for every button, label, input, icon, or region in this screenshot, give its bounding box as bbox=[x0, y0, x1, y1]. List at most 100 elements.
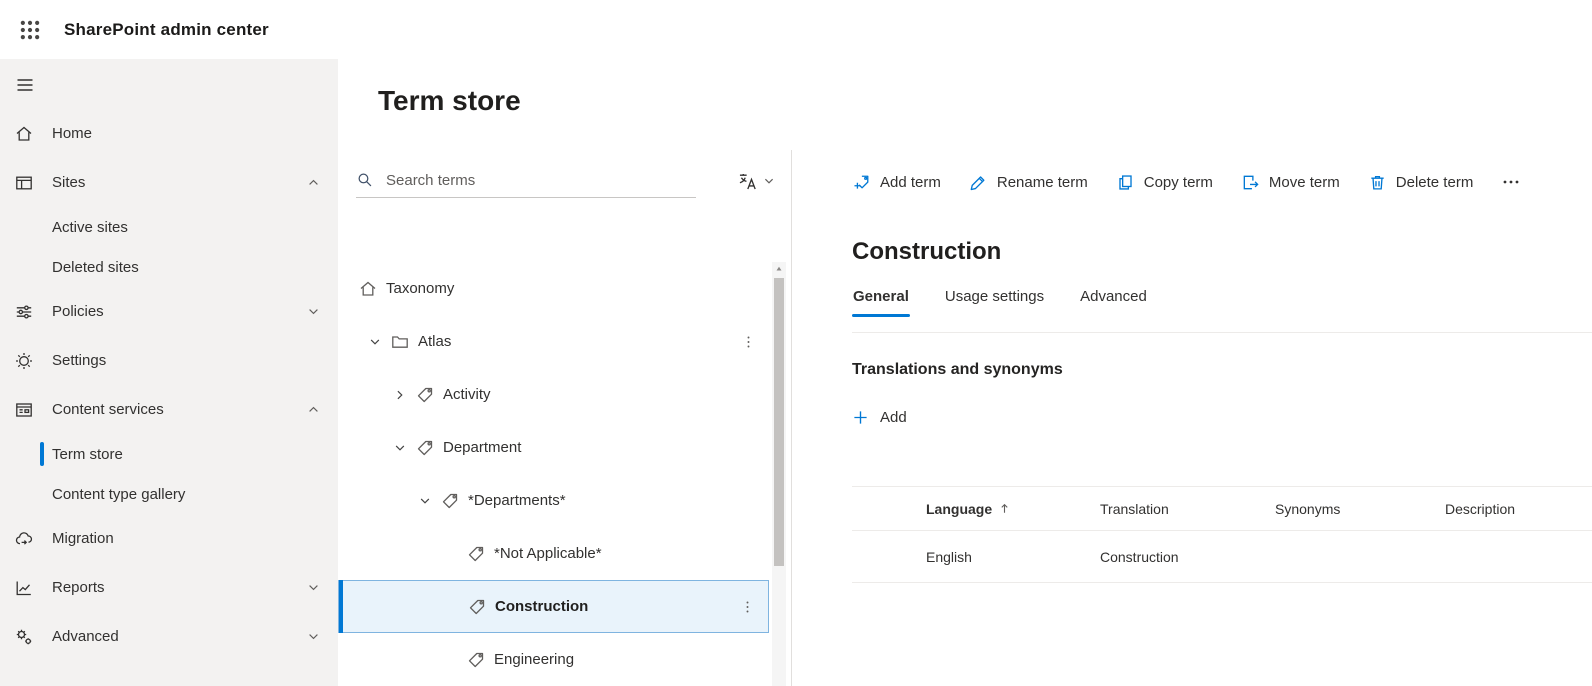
tree-item-departments[interactable]: *Departments* bbox=[338, 474, 769, 527]
sidebar-item-home[interactable]: Home bbox=[0, 109, 338, 158]
chevron-down-icon[interactable] bbox=[307, 630, 320, 643]
sidebar-item-content-services[interactable]: Content services bbox=[0, 385, 338, 434]
tree-item-activity[interactable]: Activity bbox=[338, 368, 769, 421]
sites-icon bbox=[14, 173, 34, 193]
add-translation-button[interactable]: Add bbox=[852, 409, 907, 426]
sidebar-item-term-store[interactable]: Term store bbox=[0, 434, 338, 474]
home-icon bbox=[14, 124, 34, 144]
tree-item-label: Atlas bbox=[418, 333, 452, 350]
term-tree: Taxonomy Atlas Activity Department *Depa… bbox=[338, 262, 769, 686]
sidebar-item-label: Active sites bbox=[52, 218, 128, 236]
table-row[interactable]: English Construction bbox=[852, 531, 1592, 583]
more-commands-button[interactable] bbox=[1501, 172, 1521, 192]
folder-icon bbox=[390, 332, 410, 352]
delete-term-button[interactable]: Delete term bbox=[1368, 173, 1474, 192]
language-selector-button[interactable] bbox=[737, 171, 775, 192]
chevron-down-icon[interactable] bbox=[307, 305, 320, 318]
column-header-language[interactable]: Language bbox=[926, 501, 1100, 517]
add-term-button[interactable]: Add term bbox=[852, 173, 941, 192]
table-header-row: Language Translation Synonyms Descriptio… bbox=[852, 486, 1592, 531]
tree-item-department[interactable]: Department bbox=[338, 421, 769, 474]
sidebar-item-label: Settings bbox=[52, 352, 107, 369]
tab-usage-settings[interactable]: Usage settings bbox=[944, 282, 1045, 317]
hamburger-icon[interactable] bbox=[0, 59, 46, 109]
search-icon bbox=[356, 171, 374, 189]
chevron-up-icon[interactable] bbox=[307, 403, 320, 416]
tree-item-label: *Not Applicable* bbox=[494, 545, 602, 562]
rename-term-button[interactable]: Rename term bbox=[969, 173, 1088, 192]
sidebar-item-settings[interactable]: Settings bbox=[0, 336, 338, 385]
scrollbar-thumb[interactable] bbox=[774, 278, 784, 566]
sidebar-item-migration[interactable]: Migration bbox=[0, 514, 338, 563]
tree-item-engineering[interactable]: Engineering bbox=[338, 633, 769, 686]
sidebar-item-label: Term store bbox=[52, 445, 123, 463]
toolbar-button-label: Copy term bbox=[1143, 173, 1213, 191]
sidebar-item-label: Content services bbox=[52, 401, 164, 418]
tab-general[interactable]: General bbox=[852, 282, 910, 317]
app-title: SharePoint admin center bbox=[64, 19, 269, 39]
content-services-icon bbox=[14, 400, 34, 420]
search-box[interactable] bbox=[356, 165, 696, 198]
tree-item-label: *Departments* bbox=[468, 492, 566, 509]
column-header-synonyms[interactable]: Synonyms bbox=[1275, 501, 1445, 517]
sidebar-item-label: Sites bbox=[52, 174, 86, 191]
page-title: Term store bbox=[378, 85, 521, 116]
waffle-icon[interactable] bbox=[13, 13, 47, 47]
copy-icon bbox=[1116, 173, 1135, 192]
add-term-icon bbox=[852, 173, 871, 192]
more-options-icon[interactable] bbox=[740, 598, 756, 616]
tree-item-atlas[interactable]: Atlas bbox=[338, 315, 769, 368]
sidebar-item-sites[interactable]: Sites bbox=[0, 158, 338, 207]
sidebar-item-label: Content type gallery bbox=[52, 485, 186, 503]
sidebar-item-active-sites[interactable]: Active sites bbox=[0, 207, 338, 247]
column-header-description[interactable]: Description bbox=[1445, 501, 1592, 517]
sidebar-item-label: Deleted sites bbox=[52, 258, 139, 276]
translations-section-title: Translations and synonyms bbox=[852, 361, 1063, 378]
sidebar-item-advanced[interactable]: Advanced bbox=[0, 612, 338, 661]
tag-icon bbox=[466, 650, 486, 670]
toolbar-button-label: Delete term bbox=[1395, 173, 1474, 191]
tab-advanced[interactable]: Advanced bbox=[1079, 282, 1148, 317]
main-content: Term store Search terms Taxonomy Atlas A… bbox=[338, 59, 1592, 686]
column-header-translation[interactable]: Translation bbox=[1100, 501, 1275, 517]
chevron-up-icon[interactable] bbox=[307, 176, 320, 189]
translate-icon bbox=[737, 171, 758, 192]
sidebar-item-policies[interactable]: Policies bbox=[0, 287, 338, 336]
tree-item-construction[interactable]: Construction bbox=[338, 580, 769, 633]
chevron-down-icon[interactable] bbox=[418, 493, 440, 509]
chevron-down-icon[interactable] bbox=[307, 581, 320, 594]
sort-ascending-icon bbox=[998, 502, 1011, 515]
sidebar-item-deleted-sites[interactable]: Deleted sites bbox=[0, 247, 338, 287]
sidebar-item-reports[interactable]: Reports bbox=[0, 563, 338, 612]
copy-term-button[interactable]: Copy term bbox=[1116, 173, 1213, 192]
policies-icon bbox=[14, 302, 34, 322]
tree-item-label: Engineering bbox=[494, 651, 575, 668]
translations-table: Language Translation Synonyms Descriptio… bbox=[852, 486, 1592, 583]
tag-icon bbox=[415, 438, 435, 458]
tree-item-label: Department bbox=[443, 439, 522, 456]
tree-item-taxonomy[interactable]: Taxonomy bbox=[338, 262, 769, 315]
term-tabs: General Usage settings Advanced bbox=[852, 282, 1592, 317]
chevron-down-icon[interactable] bbox=[393, 440, 415, 456]
move-term-button[interactable]: Move term bbox=[1241, 173, 1340, 192]
rename-pencil-icon bbox=[969, 173, 988, 192]
cell-translation: Construction bbox=[1100, 548, 1179, 565]
reports-chart-icon bbox=[14, 578, 34, 598]
sidebar-item-label: Home bbox=[52, 125, 93, 142]
chevron-right-icon[interactable] bbox=[393, 387, 415, 403]
more-options-icon[interactable] bbox=[741, 333, 757, 351]
tree-item-label: Taxonomy bbox=[386, 280, 455, 297]
add-button-label: Add bbox=[880, 409, 907, 426]
scroll-up-icon[interactable] bbox=[772, 262, 786, 276]
settings-gear-icon bbox=[14, 351, 34, 371]
tag-icon bbox=[466, 544, 486, 564]
tree-scrollbar[interactable] bbox=[772, 262, 786, 686]
more-icon bbox=[1503, 180, 1519, 184]
advanced-gears-icon bbox=[14, 627, 34, 647]
tree-item-not-applicable[interactable]: *Not Applicable* bbox=[338, 527, 769, 580]
plus-icon bbox=[852, 409, 869, 426]
search-terms-input[interactable] bbox=[384, 170, 696, 190]
sidebar-item-content-type-gallery[interactable]: Content type gallery bbox=[0, 474, 338, 514]
chevron-down-icon[interactable] bbox=[368, 334, 390, 350]
toolbar-button-label: Add term bbox=[880, 173, 941, 191]
